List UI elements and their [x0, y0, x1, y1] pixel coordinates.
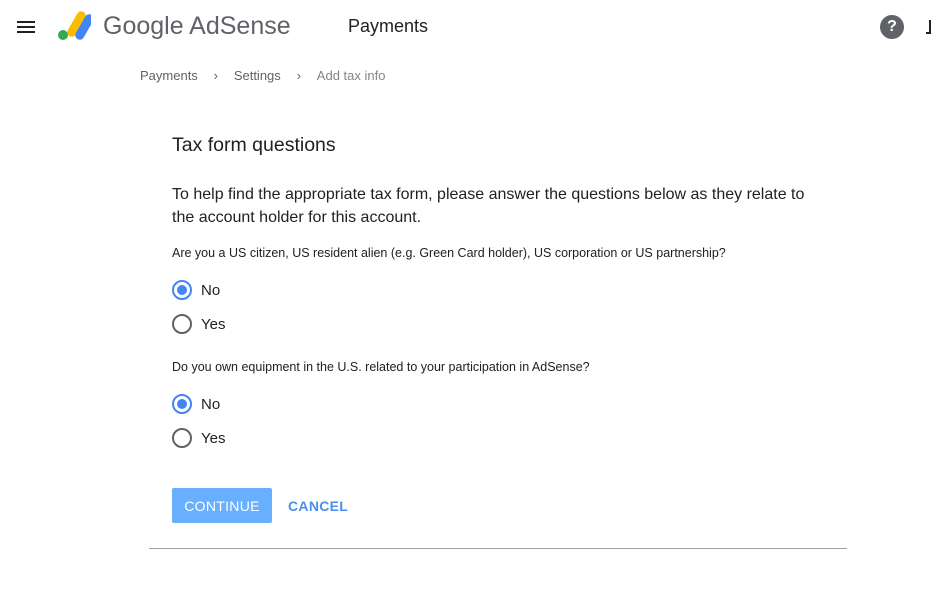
menu-icon[interactable]: [14, 15, 38, 39]
breadcrumb-item-payments[interactable]: Payments: [140, 68, 198, 83]
product-name[interactable]: Google AdSense: [103, 12, 291, 41]
radio-unchecked-icon[interactable]: [172, 428, 192, 448]
radio-checked-icon[interactable]: [172, 394, 192, 414]
divider: [149, 548, 847, 549]
question-us-equipment: Do you own equipment in the U.S. related…: [172, 360, 590, 374]
help-icon[interactable]: ?: [880, 15, 904, 39]
radio-label: No: [201, 395, 221, 413]
radio-unchecked-icon[interactable]: [172, 314, 192, 334]
breadcrumb-item-add-tax-info: Add tax info: [316, 68, 386, 83]
radio-label: Yes: [201, 429, 226, 447]
breadcrumb-item-settings[interactable]: Settings: [234, 68, 281, 83]
form-actions: CONTINUE CANCEL: [172, 488, 348, 523]
question-us-person: Are you a US citizen, US resident alien …: [172, 246, 726, 260]
form-title: Tax form questions: [172, 134, 336, 156]
chevron-right-icon: ›: [213, 68, 218, 83]
chevron-right-icon: ›: [296, 68, 301, 83]
cancel-button[interactable]: CANCEL: [288, 488, 348, 523]
page: Google AdSense Payments ? Payments › Set…: [0, 0, 931, 596]
radio-label: Yes: [201, 315, 226, 333]
form-intro: To help find the appropriate tax form, p…: [172, 186, 805, 226]
radio-checked-icon[interactable]: [172, 280, 192, 300]
top-app-bar: Google AdSense Payments ?: [0, 0, 931, 56]
adsense-logo-icon[interactable]: [57, 11, 91, 41]
account-icon[interactable]: [926, 20, 931, 34]
radio-option-us-person-no[interactable]: No: [172, 278, 220, 302]
radio-label: No: [201, 281, 221, 299]
radio-option-us-person-yes[interactable]: Yes: [172, 312, 225, 336]
page-title: Payments: [348, 16, 429, 36]
breadcrumb: Payments › Settings › Add tax info: [140, 68, 385, 83]
radio-option-equipment-yes[interactable]: Yes: [172, 426, 225, 450]
continue-button[interactable]: CONTINUE: [172, 488, 272, 523]
radio-option-equipment-no[interactable]: No: [172, 392, 220, 416]
